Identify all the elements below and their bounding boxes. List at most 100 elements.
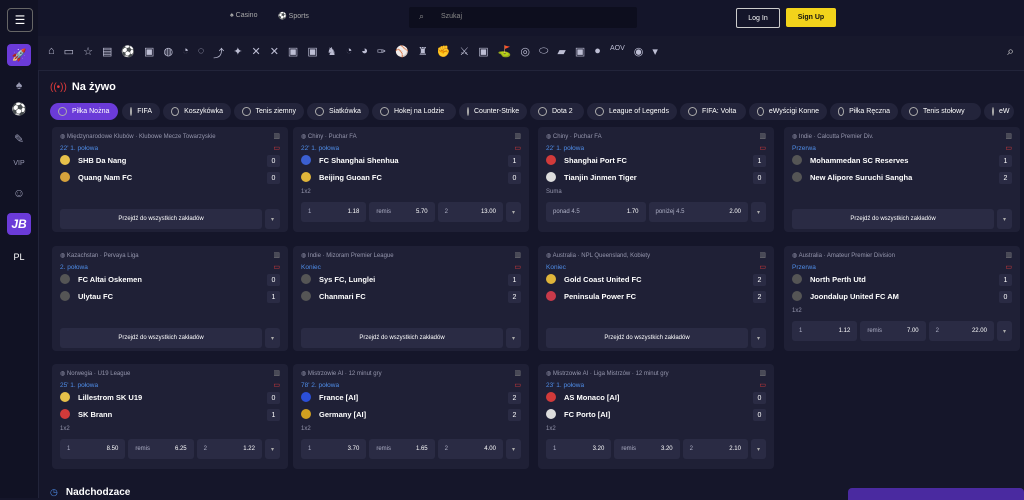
chevron-down-icon[interactable]: ▾ (751, 439, 766, 459)
sport-pill[interactable]: Siatkówka (307, 103, 369, 120)
odds-button[interactable]: 1 1.18 (301, 202, 367, 222)
stream-icon[interactable]: ▭ (273, 144, 280, 152)
odds-button[interactable]: 1 8.50 (60, 439, 126, 459)
all-bets-button[interactable]: Przejdź do wszystkich zakładów (60, 328, 262, 348)
tennis-icon[interactable]: ◔ (182, 45, 189, 61)
chevron-down-icon[interactable]: ▾ (265, 439, 280, 459)
match-card[interactable]: ◍ Chiny · Puchar FA ▥ 22' 1. połowa ▭ FC Sha… (293, 127, 529, 232)
chevron-down-icon[interactable]: ▾ (506, 202, 521, 222)
aov-icon[interactable]: AOV (610, 45, 625, 61)
stats-icon[interactable]: ▥ (273, 369, 280, 377)
sport-pill[interactable]: Tenis ziemny (234, 103, 304, 120)
odds-button[interactable]: remis 1.65 (369, 439, 435, 459)
valorant-icon[interactable]: ✕ (251, 45, 260, 61)
match-card[interactable]: ◍ Mistrzowie AI · Liga Mistrzów · 12 min… (538, 364, 774, 469)
stats-icon[interactable]: ▥ (759, 369, 766, 377)
sport-pill[interactable]: Koszykówka (163, 103, 231, 120)
chevron-down-icon[interactable]: ▾ (751, 328, 766, 348)
match-card[interactable]: ◍ Indie · Calcutta Premier Div. ▥ Przerwa ▭… (784, 127, 1020, 232)
sport-pill[interactable]: Tenis stołowy (901, 103, 981, 120)
jb-logo[interactable]: JB (7, 213, 31, 235)
stream-icon[interactable]: ▭ (1005, 263, 1012, 271)
odds-button[interactable]: 1 3.20 (546, 439, 612, 459)
rocket-icon[interactable]: 🚀 (7, 44, 31, 66)
match-card[interactable]: ◍ Australia · Amateur Premier Division ▥ P… (784, 246, 1020, 351)
tag-icon[interactable]: ✎ (7, 128, 31, 150)
stats-icon[interactable]: ▥ (1005, 251, 1012, 259)
search-icon[interactable]: ⌕ (1007, 44, 1014, 59)
baseball-icon[interactable]: ⚾ (395, 45, 409, 61)
sport-pill[interactable]: eW (984, 103, 1014, 120)
sport-pill[interactable]: Counter-Strike (459, 103, 527, 120)
odds-button[interactable]: remis 5.70 (369, 202, 435, 222)
match-card[interactable]: ◍ Kazachstan · Pervaya Liga ▥ 2. połowa ▭ FC… (52, 246, 288, 351)
odds-button[interactable]: 2 1.22 (196, 439, 262, 459)
odds-button[interactable]: remis 3.20 (614, 439, 680, 459)
cs-icon[interactable]: ✦ (233, 45, 242, 61)
odds-button[interactable]: remis 6.25 (128, 439, 194, 459)
fifa-icon[interactable]: ▣ (144, 45, 154, 61)
stream-icon[interactable]: ▭ (759, 263, 766, 271)
all-bets-button[interactable]: Przejdź do wszystkich zakładów (792, 209, 994, 229)
sport-pill[interactable]: FIFA (122, 103, 160, 120)
betslip-icon[interactable]: ▤ (102, 45, 112, 61)
match-card[interactable]: ◍ Międzynarodowe Klubów · Klubowe Mecze … (52, 127, 288, 232)
sport-pill[interactable]: Piłka Nożna (50, 103, 118, 120)
sport-pill[interactable]: Dota 2 (530, 103, 584, 120)
horse-icon[interactable]: ♞ (327, 45, 337, 61)
sports-link[interactable]: ⚽ Sports (278, 12, 309, 20)
boxing-icon[interactable]: ✊ (437, 45, 451, 61)
chevron-down-icon[interactable]: ▾ (265, 328, 280, 348)
match-card[interactable]: ◍ Mistrzowie AI · 12 minut gry ▥ 78' 2. po… (293, 364, 529, 469)
overwatch-icon[interactable]: ◉ (634, 45, 644, 61)
chevron-down-icon[interactable]: ▾ (997, 321, 1012, 341)
odds-button[interactable]: 2 4.00 (437, 439, 503, 459)
match-card[interactable]: ◍ Australia · NPL Queensland, Kobiety ▥ Ko… (538, 246, 774, 351)
odds-button[interactable]: remis 7.00 (860, 321, 926, 341)
dota-icon[interactable]: ✕ (270, 45, 279, 61)
hockey-icon[interactable]: ⤴ (213, 45, 224, 61)
support-icon[interactable]: ☺ (7, 182, 31, 204)
stream-icon[interactable]: ▭ (273, 263, 280, 271)
football-icon[interactable]: ⚽ (7, 98, 31, 120)
chess-icon[interactable]: ♜ (418, 45, 428, 61)
golf-icon[interactable]: ⛳ (498, 45, 512, 61)
odds-button[interactable]: 2 2.10 (682, 439, 748, 459)
f1-icon[interactable]: ▰ (557, 45, 565, 61)
search-box[interactable]: ⌕ Szukaj (409, 7, 637, 28)
nhl-icon[interactable]: ▣ (575, 45, 585, 61)
chevron-down-icon[interactable]: ▾ (506, 439, 521, 459)
stats-icon[interactable]: ▥ (273, 251, 280, 259)
odds-button[interactable]: 1 1.12 (792, 321, 858, 341)
all-bets-button[interactable]: Przejdź do wszystkich zakładów (546, 328, 748, 348)
match-card[interactable]: ◍ Norwegia · U19 League ▥ 25' 1. połowa ▭ Li… (52, 364, 288, 469)
odds-button[interactable]: 2 22.00 (928, 321, 994, 341)
sport-pill[interactable]: League of Legends (587, 103, 677, 120)
stream-icon[interactable]: ▭ (759, 144, 766, 152)
stats-icon[interactable]: ▥ (514, 369, 521, 377)
signup-button[interactable]: Sign Up (786, 8, 836, 27)
stream-icon[interactable]: ▭ (759, 381, 766, 389)
stats-icon[interactable]: ▥ (514, 132, 521, 140)
login-button[interactable]: Log In (736, 8, 780, 28)
volta-icon[interactable]: ▣ (307, 45, 317, 61)
snooker-icon[interactable]: ● (594, 45, 601, 61)
basketball-icon[interactable]: ◍ (163, 45, 173, 61)
nba-icon[interactable]: ▣ (478, 45, 488, 61)
all-bets-button[interactable]: Przejdź do wszystkich zakładów (301, 328, 503, 348)
menu-icon[interactable]: ☰ (7, 8, 33, 32)
chevron-down-icon[interactable]: ▾ (652, 45, 658, 61)
odds-button[interactable]: 1 3.70 (301, 439, 367, 459)
lol-icon[interactable]: ▣ (288, 45, 298, 61)
stats-icon[interactable]: ▥ (273, 132, 280, 140)
football-icon[interactable]: ⚽ (121, 45, 135, 61)
chevron-down-icon[interactable]: ▾ (997, 209, 1012, 229)
stream-icon[interactable]: ▭ (514, 144, 521, 152)
spade-icon[interactable]: ♠ (7, 74, 31, 96)
stats-icon[interactable]: ▥ (514, 251, 521, 259)
tabletennis-icon[interactable]: ◕ (361, 45, 368, 61)
chevron-down-icon[interactable]: ▾ (506, 328, 521, 348)
odds-button[interactable]: 2 13.00 (437, 202, 503, 222)
stats-icon[interactable]: ▥ (759, 132, 766, 140)
stream-icon[interactable]: ▭ (514, 263, 521, 271)
